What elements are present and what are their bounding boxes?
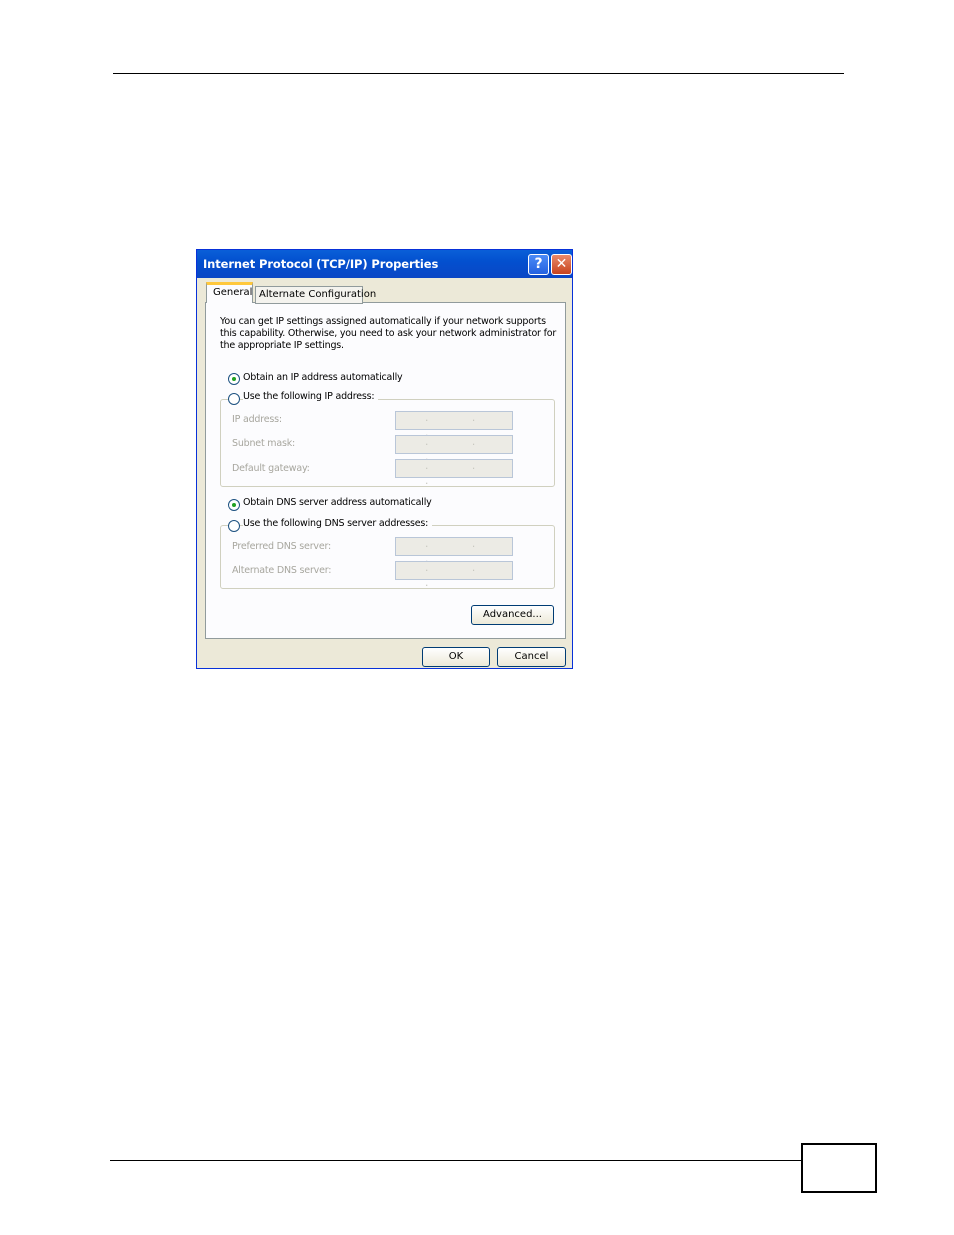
close-button[interactable]: ✕	[551, 254, 572, 275]
alternate-dns-field[interactable]: . . .	[395, 561, 513, 589]
ip-address-label: IP address:	[232, 414, 282, 425]
obtain-ip-auto-radio[interactable]	[228, 373, 240, 385]
header-rule	[113, 73, 844, 74]
use-static-ip-radio[interactable]	[228, 393, 240, 405]
title-bar[interactable]: Internet Protocol (TCP/IP) Properties ? …	[197, 250, 572, 278]
description-text: You can get IP settings assigned automat…	[220, 316, 557, 351]
advanced-button[interactable]: Advanced...	[471, 605, 554, 625]
obtain-ip-auto-label[interactable]: Obtain an IP address automatically	[243, 372, 403, 383]
obtain-dns-auto-label[interactable]: Obtain DNS server address automatically	[243, 497, 432, 508]
dialog-title: Internet Protocol (TCP/IP) Properties	[203, 257, 439, 271]
tab-general[interactable]: General	[206, 282, 253, 303]
footer-rule	[110, 1160, 802, 1161]
use-static-dns-radio[interactable]	[228, 520, 240, 532]
tcpip-properties-dialog: Internet Protocol (TCP/IP) Properties ? …	[196, 249, 573, 669]
help-button[interactable]: ?	[528, 254, 549, 275]
ip-address-field[interactable]: . . .	[395, 411, 513, 439]
preferred-dns-label: Preferred DNS server:	[232, 541, 332, 552]
default-gateway-field[interactable]: . . .	[395, 459, 513, 487]
obtain-dns-auto-radio[interactable]	[228, 499, 240, 511]
default-gateway-label: Default gateway:	[232, 463, 310, 474]
cancel-button[interactable]: Cancel	[497, 647, 566, 667]
preferred-dns-field[interactable]: . . .	[395, 537, 513, 565]
alternate-dns-label: Alternate DNS server:	[232, 565, 332, 576]
ok-button[interactable]: OK	[422, 647, 490, 667]
general-tab-panel: You can get IP settings assigned automat…	[205, 302, 566, 639]
subnet-mask-field[interactable]: . . .	[395, 435, 513, 463]
tab-alternate-configuration[interactable]: Alternate Configuration	[255, 286, 376, 304]
subnet-mask-label: Subnet mask:	[232, 438, 296, 449]
use-static-ip-label[interactable]: Use the following IP address:	[243, 391, 379, 402]
use-static-dns-label[interactable]: Use the following DNS server addresses:	[243, 518, 433, 529]
page-number-box	[801, 1143, 877, 1193]
